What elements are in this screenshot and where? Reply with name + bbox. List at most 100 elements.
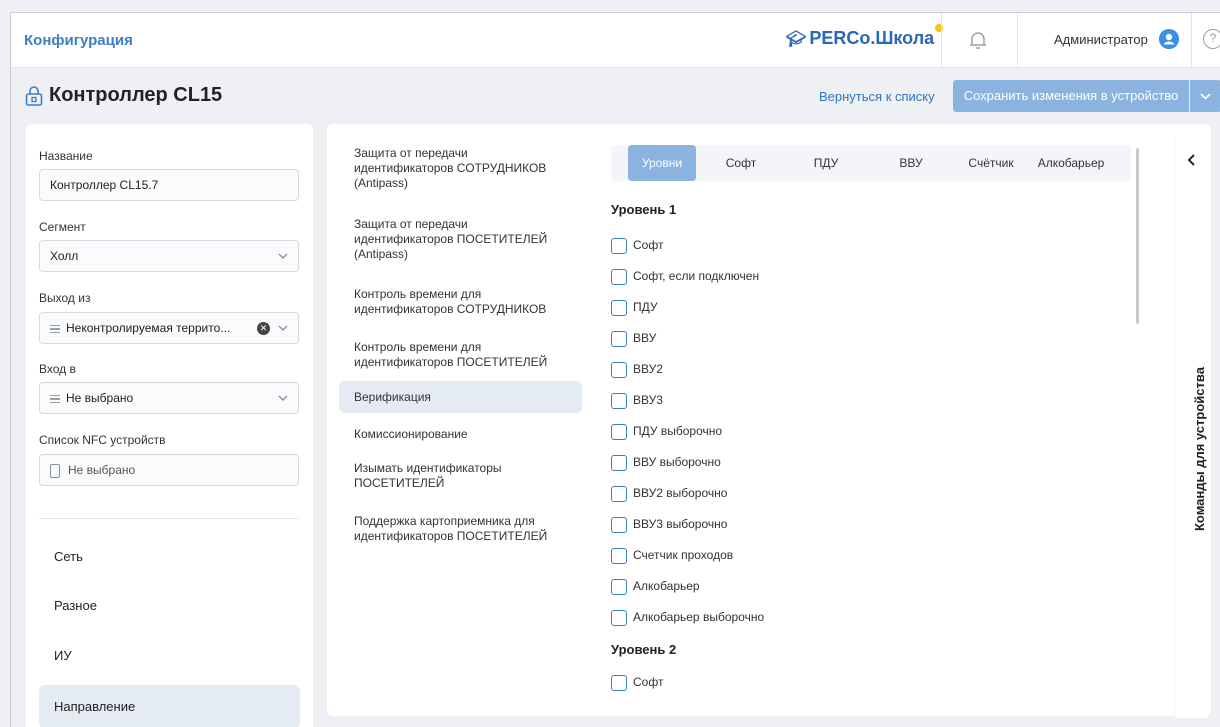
checkbox-row[interactable]: ПДУ выборочно [611, 422, 722, 440]
checkbox[interactable] [611, 516, 627, 533]
checkbox[interactable] [611, 237, 627, 254]
checkbox[interactable] [611, 674, 627, 691]
checkbox[interactable] [611, 361, 627, 378]
name-value: Контроллер CL15.7 [50, 178, 159, 192]
name-label: Название [39, 149, 93, 163]
chevron-down-icon [278, 325, 288, 331]
checkbox[interactable] [611, 454, 627, 471]
menu-item[interactable]: Защита от передачи идентификаторов ПОСЕТ… [339, 217, 579, 262]
chevron-down-icon [1200, 93, 1211, 100]
menu-item[interactable]: Комиссионирование [339, 427, 582, 442]
tab-levels[interactable]: Уровни [628, 145, 696, 181]
checkbox-label: ВВУ выборочно [633, 455, 721, 469]
checkbox-row[interactable]: ВВУ3 [611, 391, 663, 409]
back-to-list-link[interactable]: Вернуться к списку [819, 89, 935, 104]
checkbox-label: ВВУ [633, 331, 657, 345]
exit-label: Выход из [39, 291, 91, 305]
level-2-title: Уровень 2 [611, 642, 677, 657]
tab-counter[interactable]: Счётчик [956, 145, 1026, 181]
checkbox-row[interactable]: Счетчик проходов [611, 546, 733, 564]
save-to-device-button[interactable]: Сохранить изменения в устройство [953, 80, 1189, 112]
device-icon [50, 463, 60, 478]
nfc-select[interactable]: Не выбрано [39, 454, 299, 486]
menu-item-active[interactable]: Верификация [339, 381, 582, 413]
checkbox[interactable] [611, 299, 627, 316]
checkbox-row[interactable]: ВВУ2 [611, 360, 663, 378]
section-title[interactable]: Конфигурация [24, 32, 133, 49]
checkbox-label: Софт [633, 675, 664, 689]
menu-item[interactable]: Контроль времени для идентификаторов СОТ… [339, 287, 579, 317]
checkbox-row[interactable]: ВВУ выборочно [611, 453, 721, 471]
list-icon [50, 323, 60, 336]
checkbox-label: ВВУ3 выборочно [633, 517, 728, 531]
checkbox-row[interactable]: ВВУ [611, 329, 656, 347]
entry-select[interactable]: Не выбрано [39, 382, 299, 414]
menu-item[interactable]: Защита от передачи идентификаторов СОТРУ… [339, 146, 579, 191]
save-options-button[interactable] [1190, 80, 1220, 112]
settings-panel: Защита от передачи идентификаторов СОТРУ… [327, 124, 1211, 716]
help-icon[interactable]: ? [1203, 29, 1220, 49]
tab-alcobarrier[interactable]: Алкобарьер [1031, 145, 1111, 181]
checkbox-row[interactable]: Алкобарьер выборочно [611, 608, 764, 626]
checkbox[interactable] [611, 578, 627, 595]
checkbox[interactable] [611, 392, 627, 409]
checkbox-label: Софт, если подключен [633, 269, 760, 283]
checkbox-label: Софт [633, 238, 664, 252]
segment-value: Холл [50, 249, 79, 263]
separator [941, 13, 942, 68]
device-commands-panel[interactable]: Команды для устройства [1174, 136, 1208, 718]
checkbox[interactable] [611, 330, 627, 347]
top-bar: Конфигурация 🎓︎ PERCo.Школа Администратор… [11, 13, 1220, 68]
segment-label: Сегмент [39, 220, 86, 234]
perco-logo: 🎓︎ PERCo.Школа [786, 24, 944, 49]
divider [39, 518, 299, 519]
device-commands-label: Команды для устройства [1192, 367, 1207, 531]
user-avatar-icon[interactable] [1159, 29, 1179, 49]
chevron-left-icon[interactable] [1187, 154, 1197, 166]
tab-pdu[interactable]: ПДУ [796, 145, 856, 181]
checkbox-row[interactable]: ВВУ2 выборочно [611, 484, 727, 502]
page-header: Контроллер CL15 Вернуться к списку Сохра… [11, 69, 1220, 127]
checkbox-row[interactable]: ПДУ [611, 298, 658, 316]
checkbox[interactable] [611, 609, 627, 626]
user-name[interactable]: Администратор [1054, 32, 1148, 47]
menu-item[interactable]: Изымать идентификаторы ПОСЕТИТЕЛЕЙ [339, 461, 579, 491]
checkbox[interactable] [611, 485, 627, 502]
checkbox-label: Алкобарьер выборочно [633, 610, 765, 624]
checkbox[interactable] [611, 423, 627, 440]
name-input[interactable]: Контроллер CL15.7 [39, 169, 299, 201]
checkbox-row[interactable]: Софт, если подключен [611, 267, 759, 285]
nfc-placeholder: Не выбрано [68, 463, 136, 477]
scrollbar[interactable] [1136, 148, 1139, 324]
checkbox[interactable] [611, 547, 627, 564]
checkbox-row[interactable]: Алкобарьер [611, 577, 700, 595]
tab-soft[interactable]: Софт [711, 145, 771, 181]
chevron-down-icon [278, 253, 288, 259]
entry-value: Не выбрано [66, 391, 134, 405]
exit-select[interactable]: Неконтролируемая террито... ✕ [39, 312, 299, 344]
app-frame: Конфигурация 🎓︎ PERCo.Школа Администратор… [10, 12, 1220, 727]
segment-select[interactable]: Холл [39, 240, 299, 272]
nav-item-network[interactable]: Сеть [39, 535, 300, 579]
checkbox-row[interactable]: ВВУ3 выборочно [611, 515, 727, 533]
lock-icon [25, 86, 43, 106]
device-properties-panel: Название Контроллер CL15.7 Сегмент Холл … [26, 124, 313, 727]
menu-item[interactable]: Контроль времени для идентификаторов ПОС… [339, 340, 579, 370]
menu-item[interactable]: Поддержка картоприемника для идентификат… [339, 514, 579, 544]
logo-text: PERCo.Школа [809, 28, 935, 48]
tab-vvu[interactable]: ВВУ [881, 145, 941, 181]
nav-item-direction[interactable]: Направление [39, 685, 300, 727]
nav-item-iu[interactable]: ИУ [39, 634, 300, 678]
bell-icon[interactable] [966, 28, 990, 52]
checkbox-label: ВВУ2 [633, 362, 663, 376]
page-title: Контроллер CL15 [49, 84, 223, 106]
nav-item-misc[interactable]: Разное [39, 584, 300, 628]
checkbox-row[interactable]: Софт [611, 236, 663, 254]
checkbox-label: Алкобарьер [633, 579, 700, 593]
separator [1017, 13, 1018, 68]
checkbox-label: ПДУ [633, 300, 658, 314]
checkbox[interactable] [611, 268, 627, 285]
checkbox-row[interactable]: Софт [611, 673, 663, 691]
checkbox-label: ПДУ выборочно [633, 424, 723, 438]
clear-icon[interactable]: ✕ [257, 322, 270, 335]
